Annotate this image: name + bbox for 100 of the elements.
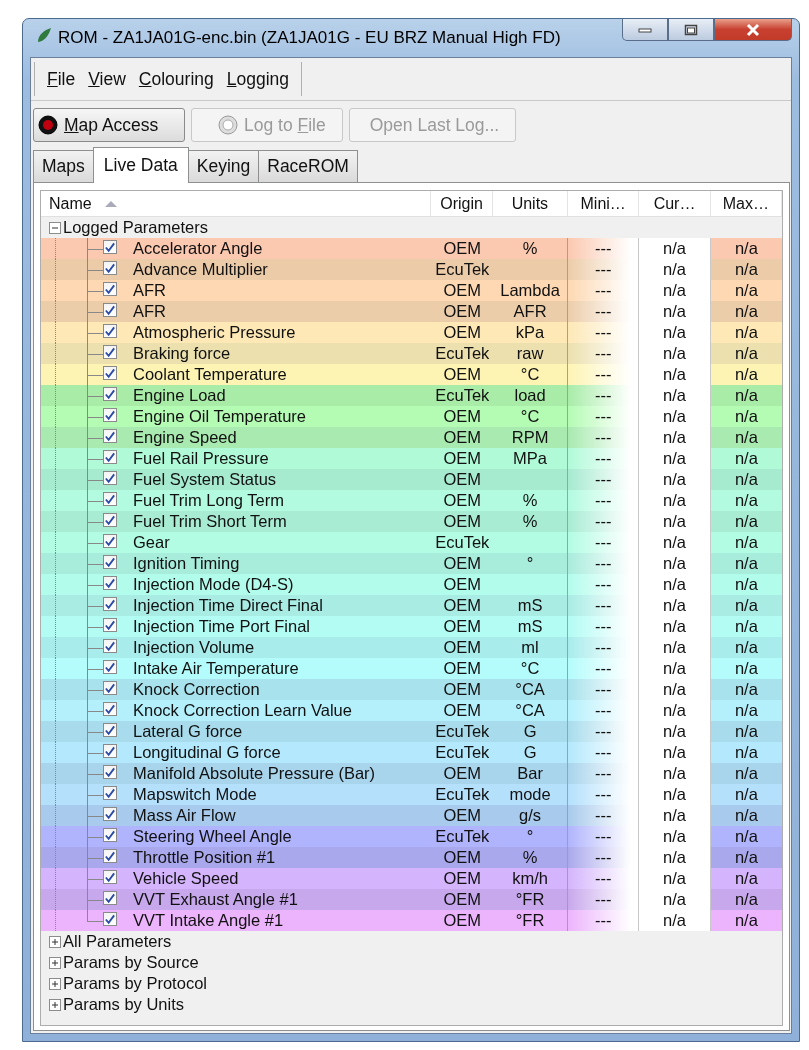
checkbox[interactable]: [103, 555, 117, 569]
parameter-row[interactable]: Knock Correction Learn Value OEM °CA --- n/a n/a: [41, 700, 782, 721]
checkbox[interactable]: [103, 681, 117, 695]
checkbox[interactable]: [103, 471, 117, 485]
parameter-row[interactable]: Injection Volume OEM ml --- n/a n/a: [41, 637, 782, 658]
checkbox[interactable]: [103, 765, 117, 779]
menu-item[interactable]: File: [47, 68, 76, 90]
checkbox[interactable]: [103, 744, 117, 758]
checkbox[interactable]: [103, 450, 117, 464]
checkbox[interactable]: [103, 891, 117, 905]
sort-ascending-icon: [103, 199, 118, 208]
menu-item[interactable]: Colouring: [138, 68, 214, 90]
parameter-row[interactable]: AFR OEM Lambda --- n/a n/a: [41, 280, 782, 301]
column-header[interactable]: Cur…: [639, 191, 711, 216]
tree-group[interactable]: All Parameters: [63, 932, 172, 951]
checkbox[interactable]: [103, 345, 117, 359]
units-cell: °C: [520, 407, 540, 426]
parameter-name: VVT Intake Angle #1: [133, 911, 284, 930]
parameter-row[interactable]: Atmospheric Pressure OEM kPa --- n/a n/a: [41, 322, 782, 343]
parameter-row[interactable]: Knock Correction OEM °CA --- n/a n/a: [41, 679, 782, 700]
parameter-row[interactable]: Injection Time Direct Final OEM mS --- n/a n/a: [41, 595, 782, 616]
parameter-name: Throttle Position #1: [133, 848, 276, 867]
parameter-row[interactable]: Throttle Position #1 OEM % --- n/a n/a: [41, 847, 782, 868]
parameter-row[interactable]: Vehicle Speed OEM km/h --- n/a n/a: [41, 868, 782, 889]
parameter-row[interactable]: Fuel Rail Pressure OEM MPa --- n/a n/a: [41, 448, 782, 469]
parameter-row[interactable]: Fuel Trim Long Term OEM % --- n/a n/a: [41, 490, 782, 511]
expand-icon[interactable]: [49, 998, 61, 1011]
checkbox[interactable]: [103, 870, 117, 884]
checkbox[interactable]: [103, 786, 117, 800]
parameter-row[interactable]: Injection Mode (D4-S) OEM --- n/a n/a: [41, 574, 782, 595]
toolbar-button[interactable]: Map Access: [33, 108, 185, 142]
checkbox[interactable]: [103, 240, 117, 254]
checkbox[interactable]: [103, 828, 117, 842]
parameter-row[interactable]: Longitudinal G force EcuTek G --- n/a n/a: [41, 742, 782, 763]
menu-item[interactable]: Logging: [226, 68, 290, 90]
column-header[interactable]: Units: [492, 191, 569, 216]
parameter-row[interactable]: Intake Air Temperature OEM °C --- n/a n/a: [41, 658, 782, 679]
checkbox[interactable]: [103, 597, 117, 611]
tree-group[interactable]: Params by Source: [63, 953, 199, 972]
parameter-row[interactable]: Fuel Trim Short Term OEM % --- n/a n/a: [41, 511, 782, 532]
column-header[interactable]: Mini…: [568, 191, 640, 216]
parameter-row[interactable]: Mapswitch Mode EcuTek mode --- n/a n/a: [41, 784, 782, 805]
checkbox[interactable]: [103, 282, 117, 296]
parameter-row[interactable]: Accelerator Angle OEM % --- n/a n/a: [41, 238, 782, 259]
tab[interactable]: Keying: [187, 150, 260, 182]
tab[interactable]: Live Data: [92, 147, 189, 183]
checkbox[interactable]: [103, 408, 117, 422]
expand-icon[interactable]: [49, 935, 61, 948]
checkbox[interactable]: [103, 849, 117, 863]
parameter-row[interactable]: VVT Exhaust Angle #1 OEM °FR --- n/a n/a: [41, 889, 782, 910]
checkbox[interactable]: [103, 261, 117, 275]
parameter-row[interactable]: Steering Wheel Angle EcuTek ° --- n/a n/a: [41, 826, 782, 847]
checkbox[interactable]: [103, 618, 117, 632]
expand-icon[interactable]: [49, 977, 61, 990]
close-button[interactable]: [714, 19, 792, 41]
minimize-button[interactable]: [622, 19, 668, 41]
collapse-icon[interactable]: [49, 221, 61, 234]
checkbox[interactable]: [103, 639, 117, 653]
parameter-row[interactable]: Engine Load EcuTek load --- n/a n/a: [41, 385, 782, 406]
parameter-row[interactable]: Braking force EcuTek raw --- n/a n/a: [41, 343, 782, 364]
checkbox[interactable]: [103, 723, 117, 737]
checkbox[interactable]: [103, 366, 117, 380]
column-header[interactable]: Origin: [431, 191, 493, 216]
checkbox[interactable]: [103, 534, 117, 548]
tree-group[interactable]: Params by Protocol: [63, 974, 207, 993]
parameter-row[interactable]: AFR OEM AFR --- n/a n/a: [41, 301, 782, 322]
checkbox[interactable]: [103, 660, 117, 674]
parameter-row[interactable]: Mass Air Flow OEM g/s --- n/a n/a: [41, 805, 782, 826]
parameter-row[interactable]: Manifold Absolute Pressure (Bar) OEM Bar --- n/a n/a: [41, 763, 782, 784]
tab[interactable]: Maps: [33, 150, 94, 182]
parameter-row[interactable]: Coolant Temperature OEM °C --- n/a n/a: [41, 364, 782, 385]
checkbox[interactable]: [103, 324, 117, 338]
parameter-row[interactable]: VVT Intake Angle #1 OEM °FR --- n/a n/a: [41, 910, 782, 931]
tree-group[interactable]: Params by Units: [63, 995, 185, 1014]
checkbox[interactable]: [103, 576, 117, 590]
parameter-row[interactable]: Advance Multiplier EcuTek --- n/a n/a: [41, 259, 782, 280]
parameter-row[interactable]: Engine Oil Temperature OEM °C --- n/a n/a: [41, 406, 782, 427]
expand-icon[interactable]: [49, 956, 61, 969]
tree-group[interactable]: Logged Parameters: [63, 218, 208, 237]
checkbox[interactable]: [103, 807, 117, 821]
minimum-cell: ---: [595, 764, 612, 783]
column-header[interactable]: Max…: [710, 191, 782, 216]
checkbox[interactable]: [103, 513, 117, 527]
units-cell: °CA: [515, 680, 545, 699]
parameter-row[interactable]: Ignition Timing OEM ° --- n/a n/a: [41, 553, 782, 574]
tab[interactable]: RaceROM: [258, 150, 358, 182]
checkbox[interactable]: [103, 702, 117, 716]
checkbox[interactable]: [103, 303, 117, 317]
parameter-row[interactable]: Fuel System Status OEM --- n/a n/a: [41, 469, 782, 490]
checkbox[interactable]: [103, 429, 117, 443]
parameter-row[interactable]: Injection Time Port Final OEM mS --- n/a n/a: [41, 616, 782, 637]
parameter-row[interactable]: Engine Speed OEM RPM --- n/a n/a: [41, 427, 782, 448]
maximize-button[interactable]: [668, 19, 714, 41]
column-header[interactable]: Name: [41, 191, 432, 216]
parameter-row[interactable]: Lateral G force EcuTek G --- n/a n/a: [41, 721, 782, 742]
checkbox[interactable]: [103, 387, 117, 401]
checkbox[interactable]: [103, 492, 117, 506]
menu-item[interactable]: View: [88, 68, 126, 90]
checkbox[interactable]: [103, 912, 117, 926]
parameter-row[interactable]: Gear EcuTek --- n/a n/a: [41, 532, 782, 553]
